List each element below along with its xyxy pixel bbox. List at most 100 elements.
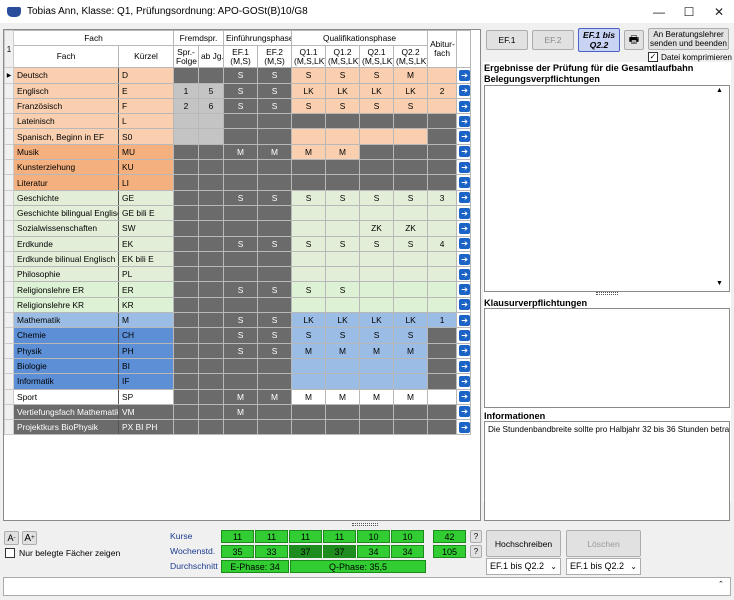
arrow-right-icon[interactable]: ➔: [459, 268, 470, 280]
cell-abitur[interactable]: [427, 327, 458, 344]
cell-abjg[interactable]: [197, 235, 225, 252]
cell-sprfolge[interactable]: [173, 143, 199, 161]
arrow-right-icon[interactable]: ➔: [459, 222, 470, 234]
row-header[interactable]: [4, 373, 14, 390]
cell-q11[interactable]: [291, 128, 327, 145]
cell-abjg[interactable]: [197, 204, 225, 222]
cell-q22[interactable]: LK: [393, 82, 429, 99]
arrow-right-icon[interactable]: ➔: [459, 284, 470, 296]
row-header[interactable]: [4, 296, 14, 314]
cell-sprfolge[interactable]: [173, 128, 199, 145]
cell-q11[interactable]: [291, 266, 327, 283]
cell-q11[interactable]: [291, 419, 327, 436]
arrow-right-icon[interactable]: ➔: [459, 391, 470, 403]
beleg-list[interactable]: [484, 85, 730, 292]
cell-q12[interactable]: S: [325, 235, 361, 252]
row-header[interactable]: ▶: [4, 67, 14, 84]
cell-sprfolge[interactable]: [173, 250, 199, 268]
cell-abitur[interactable]: [427, 357, 458, 375]
cell-abjg[interactable]: [197, 113, 225, 130]
cell-q22[interactable]: [393, 113, 429, 130]
ef1-button[interactable]: EF.1: [486, 30, 528, 50]
cell-ef2[interactable]: S: [257, 327, 293, 344]
cell-q22[interactable]: M: [393, 67, 429, 84]
cell-sprfolge[interactable]: 2: [173, 97, 199, 115]
cell-q12[interactable]: [325, 174, 361, 191]
arrow-right-icon[interactable]: ➔: [459, 421, 470, 433]
table-row[interactable]: Spanisch, Beginn in EF S0 ➔: [4, 128, 472, 145]
row-header[interactable]: [4, 97, 14, 115]
cell-sprfolge[interactable]: [173, 419, 199, 436]
cell-q21[interactable]: LK: [359, 82, 395, 99]
cell-sprfolge[interactable]: [173, 220, 199, 237]
arrow-right-icon[interactable]: ➔: [459, 69, 470, 81]
table-row[interactable]: Geschichte bilingual Englisch GE bili E ➔: [4, 204, 472, 222]
cell-abjg[interactable]: [197, 281, 225, 298]
cell-q11[interactable]: [291, 403, 327, 421]
cell-q11[interactable]: S: [291, 97, 327, 115]
cell-q21[interactable]: [359, 419, 395, 436]
arrow-right-icon[interactable]: ➔: [459, 131, 470, 143]
table-row[interactable]: Erdkunde bilinual Englisch EK bili E ➔: [4, 250, 472, 268]
arrow-right-icon[interactable]: ➔: [459, 146, 470, 158]
cell-sprfolge[interactable]: 1: [173, 82, 199, 99]
row-header[interactable]: [4, 403, 14, 421]
hoch-range-select[interactable]: EF.1 bis Q2.2 ⌄: [486, 558, 561, 575]
cell-ef1[interactable]: [223, 204, 259, 222]
row-header[interactable]: [4, 281, 14, 298]
cell-q22[interactable]: [393, 296, 429, 314]
row-header[interactable]: [4, 250, 14, 268]
arrow-right-icon[interactable]: ➔: [459, 375, 470, 387]
arrow-right-icon[interactable]: ➔: [459, 329, 470, 341]
cell-abjg[interactable]: [197, 388, 225, 405]
cell-q21[interactable]: [359, 266, 395, 283]
font-bigger-button[interactable]: A +: [22, 531, 37, 545]
cell-ef1[interactable]: M: [223, 143, 259, 161]
cell-ef1[interactable]: S: [223, 189, 259, 206]
table-row[interactable]: Sport SP M M M M M M ➔: [4, 388, 472, 405]
cell-ef2[interactable]: [257, 220, 293, 237]
cell-q21[interactable]: [359, 281, 395, 298]
cell-q22[interactable]: M: [393, 388, 429, 405]
cell-ef2[interactable]: [257, 113, 293, 130]
arrow-right-icon[interactable]: ➔: [459, 314, 470, 326]
cell-q22[interactable]: [393, 373, 429, 390]
row-header[interactable]: [4, 266, 14, 283]
cell-ef1[interactable]: [223, 373, 259, 390]
cell-q22[interactable]: [393, 250, 429, 268]
cell-q11[interactable]: [291, 113, 327, 130]
cell-q22[interactable]: S: [393, 97, 429, 115]
scroll-up-icon[interactable]: ▲: [716, 87, 723, 94]
cell-abjg[interactable]: [197, 357, 225, 375]
cell-abjg[interactable]: [197, 342, 225, 359]
cell-abitur[interactable]: 3: [427, 189, 458, 206]
table-row[interactable]: Projektkurs BioPhysik PX BI PH ➔: [4, 419, 472, 436]
cell-q22[interactable]: [393, 159, 429, 176]
cell-q22[interactable]: LK: [393, 312, 429, 329]
cell-q12[interactable]: [325, 159, 361, 176]
cell-ef2[interactable]: [257, 159, 293, 176]
cell-ef1[interactable]: [223, 250, 259, 268]
table-row[interactable]: Sozialwissenschaften SW ZK ZK ➔: [4, 220, 472, 237]
cell-ef2[interactable]: [257, 403, 293, 421]
cell-q21[interactable]: [359, 128, 395, 145]
cell-q21[interactable]: S: [359, 97, 395, 115]
cell-q11[interactable]: S: [291, 281, 327, 298]
cell-q21[interactable]: M: [359, 388, 395, 405]
row-header[interactable]: [4, 388, 14, 405]
cell-ef2[interactable]: [257, 419, 293, 436]
row-header[interactable]: [4, 113, 14, 130]
cell-q12[interactable]: LK: [325, 312, 361, 329]
cell-abitur[interactable]: [427, 67, 458, 84]
arrow-right-icon[interactable]: ➔: [459, 406, 470, 418]
cell-q12[interactable]: [325, 357, 361, 375]
cell-ef2[interactable]: S: [257, 189, 293, 206]
cell-q11[interactable]: [291, 204, 327, 222]
cell-sprfolge[interactable]: [173, 235, 199, 252]
cell-ef1[interactable]: S: [223, 97, 259, 115]
cell-abjg[interactable]: [197, 327, 225, 344]
arrow-right-icon[interactable]: ➔: [459, 207, 470, 219]
cell-q22[interactable]: [393, 266, 429, 283]
cell-ef1[interactable]: [223, 220, 259, 237]
cell-ef1[interactable]: S: [223, 312, 259, 329]
